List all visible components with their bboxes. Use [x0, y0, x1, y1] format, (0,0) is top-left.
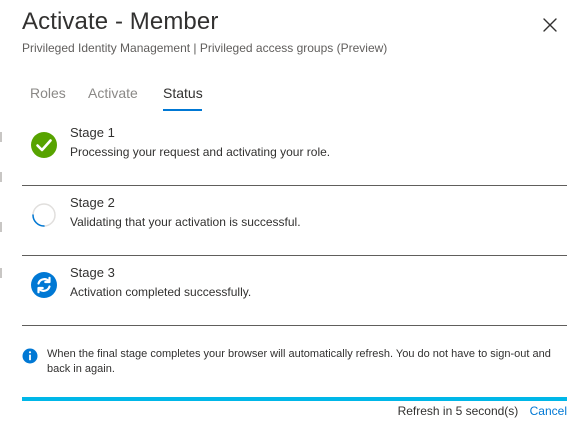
tab-activate[interactable]: Activate: [88, 85, 138, 101]
left-edge-markers: [0, 0, 2, 447]
tab-status[interactable]: Status: [163, 85, 203, 101]
stage-description: Activation completed successfully.: [70, 285, 252, 299]
active-tab-indicator: [163, 109, 202, 111]
panel-subtitle: Privileged Identity Management | Privile…: [22, 41, 388, 55]
close-button[interactable]: [538, 13, 562, 37]
stage-description: Processing your request and activating y…: [70, 145, 331, 159]
info-message: When the final stage completes your brow…: [22, 347, 567, 383]
close-icon: [543, 18, 557, 32]
refresh-countdown: Refresh in 5 second(s): [397, 404, 519, 418]
stage-title: Stage 1: [70, 125, 115, 140]
panel-title: Activate - Member: [22, 8, 219, 35]
check-circle-icon: [31, 132, 57, 158]
stage-description: Validating that your activation is succe…: [70, 215, 301, 229]
stage-1: Stage 1 Processing your request and acti…: [22, 117, 567, 186]
stage-list: Stage 1 Processing your request and acti…: [22, 117, 567, 326]
tab-roles[interactable]: Roles: [30, 85, 66, 101]
info-icon: [22, 348, 38, 364]
cancel-button[interactable]: Cancel: [530, 404, 567, 418]
info-text: When the final stage completes your brow…: [47, 348, 551, 375]
stage-title: Stage 2: [70, 195, 115, 210]
progress-fill: [22, 397, 567, 401]
refresh-circle-icon: [31, 272, 57, 298]
stage-3: Stage 3 Activation completed successfull…: [22, 257, 567, 326]
stage-2: Stage 2 Validating that your activation …: [22, 187, 567, 256]
stage-title: Stage 3: [70, 265, 115, 280]
footer: Refresh in 5 second(s) Cancel: [22, 404, 567, 420]
activate-panel: Activate - Member Privileged Identity Ma…: [0, 0, 585, 447]
progress-bar: [22, 397, 567, 401]
spinner-icon: [32, 203, 56, 227]
